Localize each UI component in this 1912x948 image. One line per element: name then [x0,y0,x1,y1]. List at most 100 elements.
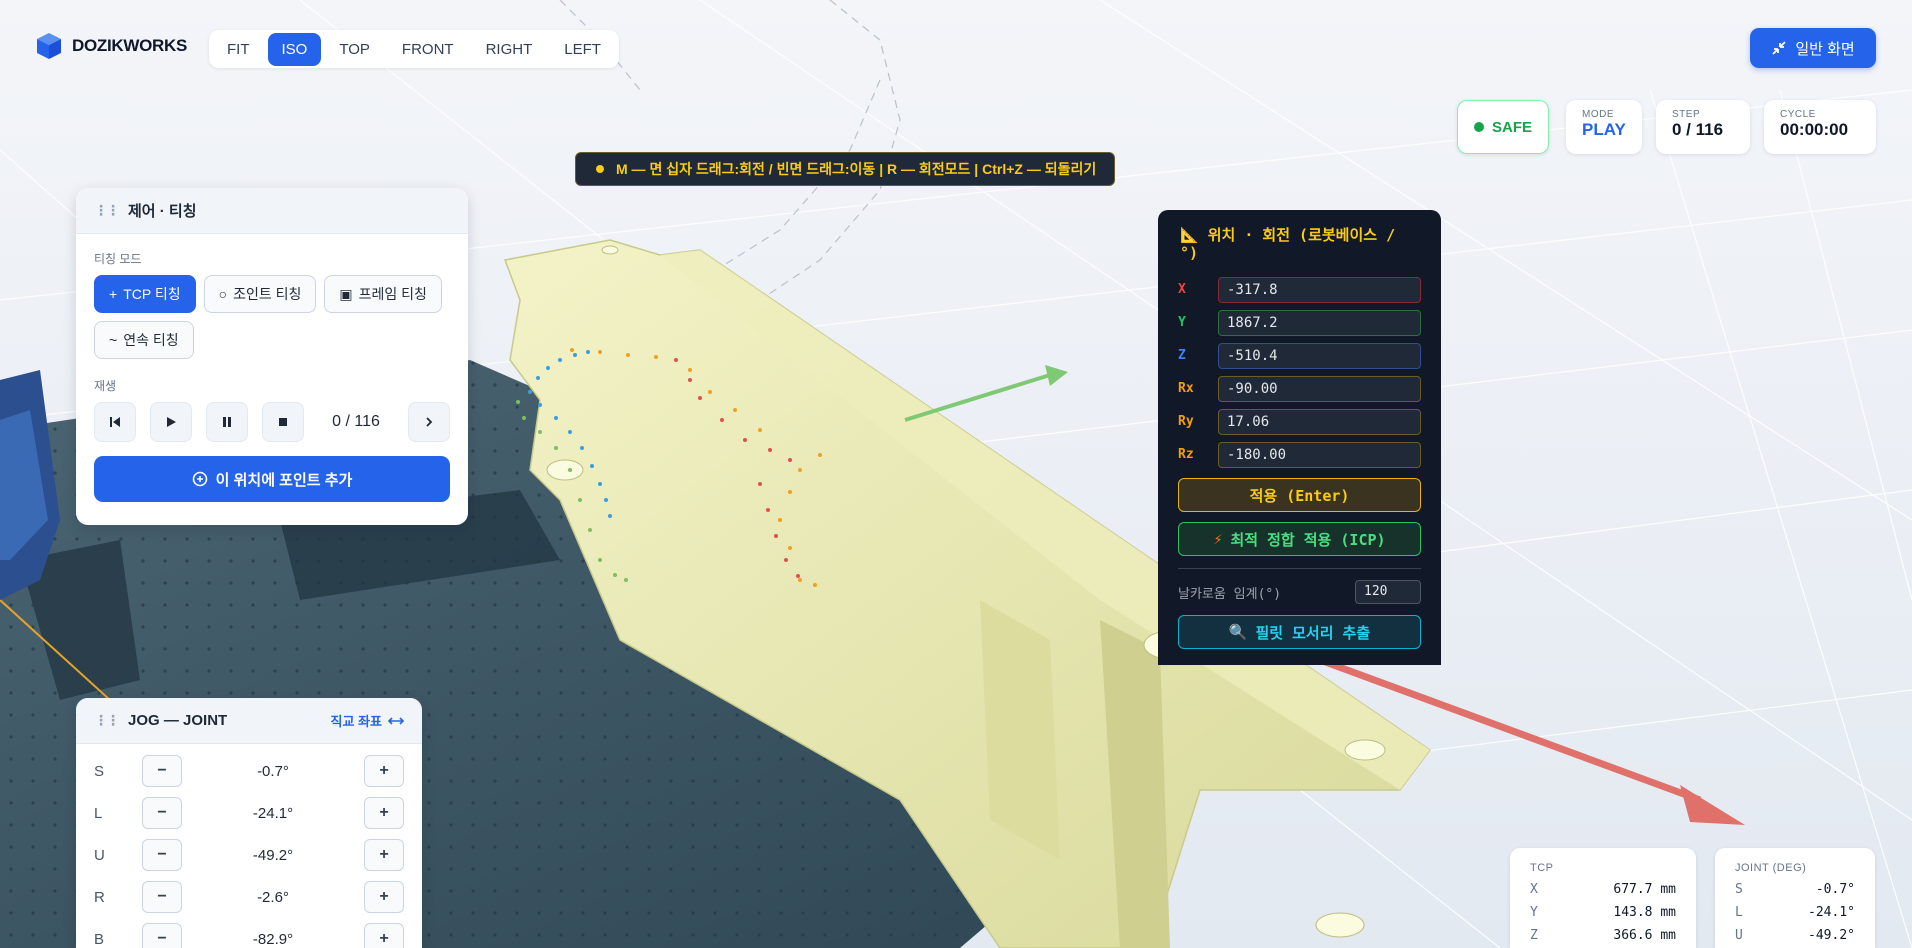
jog-value-u: -49.2° [252,846,294,864]
pose-input-rx[interactable]: -90.00 [1218,375,1421,402]
joint-value-s: -0.7° [1815,882,1855,897]
jog-value-s: -0.7° [257,762,289,780]
jog-row-l: L − -24.1° + [76,792,422,834]
view-front-button[interactable]: FRONT [388,33,468,66]
frame-teach-button[interactable]: ▣ 프레임 티칭 [324,275,442,313]
joint-key-l: L [1735,905,1743,920]
tcp-value-y: 143.8 mm [1613,905,1676,920]
icp-apply-button[interactable]: ⚡ 최적 정합 적용 (ICP) [1178,522,1421,556]
wave-icon: ~ [109,332,118,348]
apply-pose-label: 적용 (Enter) [1249,486,1350,505]
jog-value-l: -24.1° [252,804,294,822]
icp-apply-label: 최적 정합 적용 (ICP) [1230,530,1386,549]
step-card: STEP 0 / 116 [1656,100,1750,154]
safety-status-badge: SAFE [1457,100,1550,154]
pose-input-rz[interactable]: -180.00 [1218,441,1421,468]
teach-mode-label: 티칭 모드 [94,252,142,266]
pose-input-ry[interactable]: 17.06 [1218,408,1421,435]
jog-axis-u: U [94,846,105,864]
joint-teach-label: 조인트 티칭 [233,286,302,302]
view-iso-button[interactable]: ISO [267,32,322,66]
drag-handle-icon[interactable]: ⋮⋮ [94,712,120,729]
pose-field-x: X -317.8 [1178,276,1421,303]
app-name: DOZIKWORKS [72,36,188,55]
teach-mode-group: + TCP 티칭 ○ 조인트 티칭 ▣ 프레임 티칭 ~ 연속 티칭 [76,275,468,359]
tcp-readout-card: TCP X 677.7 mm Y 143.8 mm Z 366.6 mm [1510,848,1696,948]
pose-field-rx: Rx -90.00 [1178,375,1421,402]
jog-value-b: -82.9° [252,930,294,948]
joint-key-u: U [1735,928,1743,943]
add-point-button[interactable]: 이 위치에 포인트 추가 [94,456,450,502]
joint-teach-button[interactable]: ○ 조인트 티칭 [203,275,317,313]
extract-fillet-label: 필릿 모서리 추출 [1255,623,1371,642]
jog-panel-title: JOG — JOINT [128,712,228,729]
joint-value-l: -24.1° [1808,905,1855,920]
view-fit-button[interactable]: FIT [213,33,264,66]
stop-button[interactable] [262,402,304,442]
pause-icon [223,417,231,427]
plus-icon: + [109,286,118,302]
plus-circle-icon [192,471,207,487]
joint-row-u: U -49.2° [1735,928,1855,948]
joint-readout-label: JOINT (DEG) [1735,862,1807,874]
tcp-teach-button[interactable]: + TCP 티칭 [94,275,196,313]
continuous-teach-button[interactable]: ~ 연속 티칭 [94,321,194,359]
continuous-teach-label: 연속 티칭 [123,332,179,348]
jog-plus-b-button[interactable]: + [364,923,404,948]
jog-plus-r-button[interactable]: + [364,881,404,913]
jog-row-r: R − -2.6° + [76,876,422,918]
collapse-icon [1772,41,1786,55]
cartesian-switch-button[interactable]: 직교 좌표 [331,711,404,730]
jog-plus-s-button[interactable]: + [364,755,404,787]
shortcut-hint-banner: M — 면 십자 드래그:회전 / 빈면 드래그:이동 | R — 회전모드 |… [575,152,1115,186]
sharpness-row: 날카로움 임계(°) 120 [1178,579,1421,605]
view-right-button[interactable]: RIGHT [472,33,547,66]
drag-handle-icon[interactable]: ⋮⋮ [94,202,120,219]
sharpness-input[interactable]: 120 [1355,580,1421,604]
jog-minus-b-button[interactable]: − [142,923,182,948]
cube-logo-icon [37,33,61,59]
view-left-button[interactable]: LEFT [550,33,615,66]
play-button[interactable] [150,402,192,442]
tcp-key-z: Z [1530,928,1538,943]
jog-minus-s-button[interactable]: − [142,755,182,787]
frame-icon: ▣ [339,285,353,302]
tcp-row-z: Z 366.6 mm [1530,928,1676,948]
pose-key-x: X [1178,282,1186,297]
frame-teach-label: 프레임 티칭 [358,286,427,302]
pose-edit-panel: 📐 위치 · 회전 (로봇베이스 / °) X -317.8 Y 1867.2 … [1158,210,1441,665]
mode-label: MODE [1582,109,1614,120]
next-step-button[interactable] [408,402,450,442]
jog-minus-l-button[interactable]: − [142,797,182,829]
skip-start-button[interactable] [94,402,136,442]
tcp-key-y: Y [1530,905,1538,920]
tcp-value-x: 677.7 mm [1613,882,1676,897]
teach-panel-header[interactable]: ⋮⋮ 제어 · 티칭 [76,188,468,234]
play-icon [167,417,176,427]
pause-button[interactable] [206,402,248,442]
pose-input-y[interactable]: 1867.2 [1218,309,1421,336]
jog-minus-r-button[interactable]: − [142,881,182,913]
app-logo: DOZIKWORKS [36,32,187,60]
chevron-right-icon [426,417,433,427]
jog-row-s: S − -0.7° + [76,750,422,792]
jog-panel-header[interactable]: ⋮⋮ JOG — JOINT 직교 좌표 [76,698,422,744]
pose-field-rz: Rz -180.00 [1178,441,1421,468]
jog-minus-u-button[interactable]: − [142,839,182,871]
jog-plus-u-button[interactable]: + [364,839,404,871]
apply-pose-button[interactable]: 적용 (Enter) [1178,478,1421,512]
pose-field-y: Y 1867.2 [1178,309,1421,336]
joint-readout-card: JOINT (DEG) S -0.7° L -24.1° U -49.2° [1715,848,1875,948]
jog-joint-panel: ⋮⋮ JOG — JOINT 직교 좌표 S − -0.7° + L − -24… [76,698,422,948]
view-top-button[interactable]: TOP [325,33,384,66]
joint-value-u: -49.2° [1808,928,1855,943]
jog-plus-l-button[interactable]: + [364,797,404,829]
normal-view-button[interactable]: 일반 화면 [1750,28,1876,68]
pose-input-z[interactable]: -510.4 [1218,342,1421,369]
joint-row-s: S -0.7° [1735,882,1855,905]
pose-input-x[interactable]: -317.8 [1218,276,1421,303]
pose-panel-title-text: 위치 · 회전 (로봇베이스 / °) [1180,226,1396,262]
pose-field-z: Z -510.4 [1178,342,1421,369]
extract-fillet-button[interactable]: 🔍 필릿 모서리 추출 [1178,615,1421,649]
jog-axis-r: R [94,888,105,906]
